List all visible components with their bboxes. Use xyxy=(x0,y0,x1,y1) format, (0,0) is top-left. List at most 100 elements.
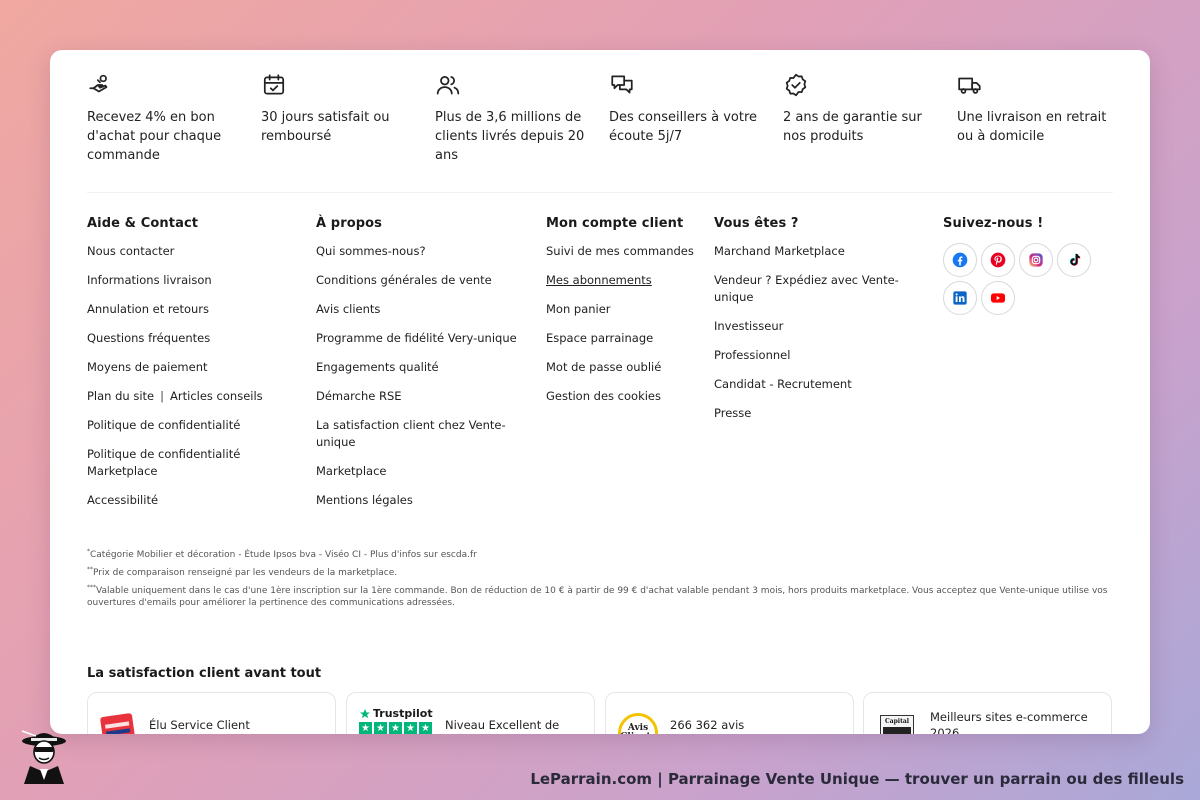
column-follow-us: Suivez-nous ! xyxy=(943,216,1103,315)
linkedin-button[interactable] xyxy=(943,281,977,315)
capital-label: Capital xyxy=(884,718,910,725)
star-box: ★ xyxy=(359,722,372,734)
tile-avis-clients[interactable]: Avis Clients 266 362 avis xyxy=(605,692,854,734)
link-politique-confidentialite-marketplace[interactable]: Politique de confidentialité Marketplace xyxy=(87,446,287,480)
column-about: À propos Qui sommes-nous? Conditions gén… xyxy=(316,216,521,521)
feature-text: Des conseillers à votre écoute 5j/7 xyxy=(609,110,758,144)
feature-clients: Plus de 3,6 millions de clients livrés d… xyxy=(435,72,595,165)
link-candidat-recrutement[interactable]: Candidat - Recrutement xyxy=(714,376,914,393)
link-avis-clients[interactable]: Avis clients xyxy=(316,301,521,318)
feature-text: Une livraison en retrait ou à domicile xyxy=(957,110,1107,144)
feature-advisors: Des conseillers à votre écoute 5j/7 xyxy=(609,72,769,146)
pinterest-icon xyxy=(990,252,1006,268)
satisfaction-title: La satisfaction client avant tout xyxy=(87,666,322,681)
feature-loyalty: Recevez 4% en bon d'achat pour chaque co… xyxy=(87,72,247,165)
link-moyens-paiement[interactable]: Moyens de paiement xyxy=(87,359,287,376)
link-mentions-legales[interactable]: Mentions légales xyxy=(316,492,521,509)
instagram-button[interactable] xyxy=(1019,243,1053,277)
link-presse[interactable]: Presse xyxy=(714,405,914,422)
trustpilot-stars: ★ ★ ★ ★ ★ xyxy=(359,722,433,734)
link-gestion-cookies[interactable]: Gestion des cookies xyxy=(546,388,706,405)
facebook-button[interactable] xyxy=(943,243,977,277)
pinterest-button[interactable] xyxy=(981,243,1015,277)
link-articles-conseils[interactable]: Articles conseils xyxy=(170,389,263,403)
footer-card: Recevez 4% en bon d'achat pour chaque co… xyxy=(50,50,1150,734)
star-box: ★ xyxy=(389,722,402,734)
star-box: ★ xyxy=(374,722,387,734)
facebook-icon xyxy=(952,252,968,268)
footnote-1: *Catégorie Mobilier et décoration - Étud… xyxy=(87,546,1117,561)
column-title: À propos xyxy=(316,216,383,231)
column-account: Mon compte client Suivi de mes commandes… xyxy=(546,216,706,417)
link-mot-de-passe-oublie[interactable]: Mot de passe oublié xyxy=(546,359,706,376)
column-title: Mon compte client xyxy=(546,216,684,231)
trustpilot-label: Trustpilot xyxy=(373,707,433,720)
mascot-icon xyxy=(21,730,66,784)
footnotes: *Catégorie Mobilier et décoration - Étud… xyxy=(87,546,1117,612)
tiktok-button[interactable] xyxy=(1057,243,1091,277)
link-mes-abonnements[interactable]: Mes abonnements xyxy=(546,272,706,289)
star-box: ★ xyxy=(404,722,417,734)
social-links xyxy=(943,243,1093,315)
star-box: ★ xyxy=(419,722,432,734)
feature-text: 30 jours satisfait ou remboursé xyxy=(261,110,390,144)
link-qui-sommes-nous[interactable]: Qui sommes-nous? xyxy=(316,243,521,260)
link-demarche-rse[interactable]: Démarche RSE xyxy=(316,388,521,405)
tile-text: 266 362 avis xyxy=(670,718,745,732)
youtube-icon xyxy=(991,293,1005,303)
tile-service-client[interactable]: Élu Service Client xyxy=(87,692,336,734)
link-label: Mes abonnements xyxy=(546,273,652,287)
divider xyxy=(87,192,1113,193)
link-investisseur[interactable]: Investisseur xyxy=(714,318,914,335)
link-professionnel[interactable]: Professionnel xyxy=(714,347,914,364)
instagram-icon xyxy=(1029,253,1043,267)
footer-banner: LeParrain.com | Parrainage Vente Unique … xyxy=(530,770,1184,788)
link-engagements-qualite[interactable]: Engagements qualité xyxy=(316,359,521,376)
chat-bubbles-icon xyxy=(611,75,633,94)
linkedin-icon xyxy=(953,291,967,305)
feature-text: Plus de 3,6 millions de clients livrés d… xyxy=(435,110,585,163)
footnote-text: Prix de comparaison renseigné par les ve… xyxy=(93,568,398,578)
feature-text: Recevez 4% en bon d'achat pour chaque co… xyxy=(87,110,222,163)
column-you-are: Vous êtes ? Marchand Marketplace Vendeur… xyxy=(714,216,914,434)
link-marketplace[interactable]: Marketplace xyxy=(316,463,521,480)
youtube-button[interactable] xyxy=(981,281,1015,315)
link-plan-du-site[interactable]: Plan du site xyxy=(87,389,154,403)
link-programme-fidelite[interactable]: Programme de fidélité Very-unique xyxy=(316,330,521,347)
avis-clients-label: Avis Clients xyxy=(620,723,656,735)
link-nous-contacter[interactable]: Nous contacter xyxy=(87,243,287,260)
link-cgv[interactable]: Conditions générales de vente xyxy=(316,272,521,289)
separator: | xyxy=(160,389,165,403)
tiktok-icon xyxy=(1069,253,1081,266)
footnote-3: ***Valable uniquement dans le cas d'une … xyxy=(87,582,1117,609)
link-questions-frequentes[interactable]: Questions fréquentes xyxy=(87,330,287,347)
link-marchand-marketplace[interactable]: Marchand Marketplace xyxy=(714,243,914,260)
truck-icon xyxy=(958,77,981,94)
sitemap-row: Plan du site | Articles conseils xyxy=(87,388,287,405)
tile-trustpilot[interactable]: Trustpilot ★ ★ ★ ★ ★ Niveau Excellent de xyxy=(346,692,595,734)
link-informations-livraison[interactable]: Informations livraison xyxy=(87,272,287,289)
link-vendeur-expediez[interactable]: Vendeur ? Expédiez avec Vente-unique xyxy=(714,272,914,306)
footnote-text: Valable uniquement dans le cas d'une 1èr… xyxy=(87,586,1108,608)
feature-guarantee-30-days: 30 jours satisfait ou remboursé xyxy=(261,72,421,146)
avis-clients-logo: Avis Clients xyxy=(618,713,658,734)
tile-text: Meilleurs sites e-commerce 2026 xyxy=(930,710,1088,734)
tile-capital[interactable]: Capital Meilleurs sites e-commerce 2026 xyxy=(863,692,1112,734)
link-annulation-retours[interactable]: Annulation et retours xyxy=(87,301,287,318)
trustpilot-wordmark: Trustpilot xyxy=(359,707,433,720)
link-politique-confidentialite[interactable]: Politique de confidentialité xyxy=(87,417,287,434)
link-accessibilite[interactable]: Accessibilité xyxy=(87,492,287,509)
feature-warranty: 2 ans de garantie sur nos produits xyxy=(783,72,943,146)
link-espace-parrainage[interactable]: Espace parrainage xyxy=(546,330,706,347)
hand-coins-icon xyxy=(89,74,108,93)
link-suivi-commandes[interactable]: Suivi de mes commandes xyxy=(546,243,706,260)
users-icon xyxy=(436,76,460,95)
feature-text: 2 ans de garantie sur nos produits xyxy=(783,110,922,144)
trustpilot-logo: Trustpilot ★ ★ ★ ★ ★ xyxy=(359,707,433,734)
column-title: Suivez-nous ! xyxy=(943,216,1044,231)
link-satisfaction-client[interactable]: La satisfaction client chez Vente-unique xyxy=(316,417,521,451)
link-mon-panier[interactable]: Mon panier xyxy=(546,301,706,318)
footnote-mark: *** xyxy=(87,584,96,591)
feature-delivery: Une livraison en retrait ou à domicile xyxy=(957,72,1117,146)
capital-band xyxy=(883,727,911,734)
